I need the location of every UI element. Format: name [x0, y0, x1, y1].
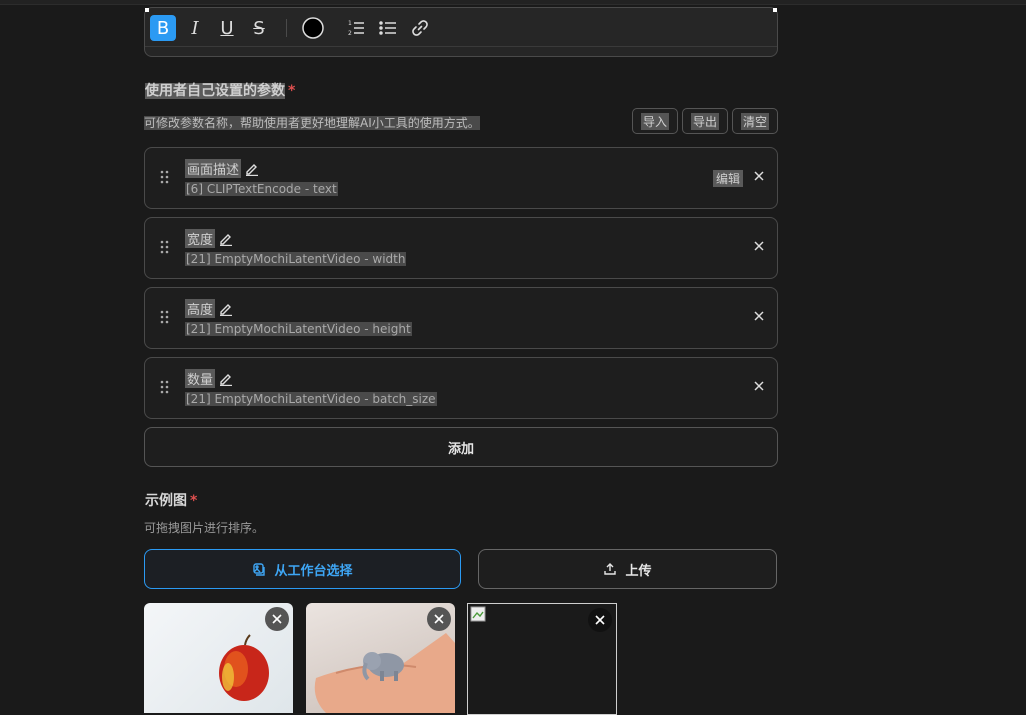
param-source: [21] EmptyMochiLatentVideo - batch_size	[185, 392, 437, 406]
params-title: 使用者自己设置的参数	[145, 83, 285, 99]
remove-image-button[interactable]	[265, 607, 289, 631]
export-button[interactable]: 导出	[682, 108, 728, 134]
param-name: 高度	[185, 299, 216, 318]
bold-button[interactable]: B	[150, 15, 176, 41]
param-name-row: 高度	[185, 299, 233, 318]
import-button[interactable]: 导入	[632, 108, 678, 134]
param-name-row: 宽度	[185, 229, 233, 248]
broken-image-icon	[470, 606, 486, 622]
param-name: 宽度	[185, 229, 216, 248]
bold-label: B	[156, 17, 170, 39]
toolbar-corner	[773, 8, 777, 12]
close-icon[interactable]	[753, 380, 765, 392]
toolbar-separator	[286, 19, 287, 37]
example-image-apple[interactable]	[144, 603, 293, 713]
close-icon[interactable]	[753, 240, 765, 252]
param-source: [21] EmptyMochiLatentVideo - width	[185, 252, 407, 266]
param-name: 数量	[185, 369, 216, 388]
clear-label: 清空	[740, 112, 769, 130]
workspace-label: 从工作台选择	[274, 563, 353, 579]
drag-handle-icon[interactable]	[160, 310, 170, 324]
italic-label: I	[191, 17, 199, 39]
param-source: [6] CLIPTextEncode - text	[185, 182, 338, 196]
params-title-row: 使用者自己设置的参数 *	[145, 80, 295, 100]
param-name: 画面描述	[185, 159, 242, 178]
close-icon[interactable]	[753, 310, 765, 322]
clear-button[interactable]: 清空	[732, 108, 778, 134]
strike-label: S	[253, 17, 265, 39]
pencil-icon[interactable]	[219, 372, 233, 386]
example-image-elephant[interactable]	[306, 603, 455, 713]
upload-button[interactable]: 上传	[478, 549, 777, 589]
remove-image-button[interactable]	[588, 608, 612, 632]
bullet-list-icon	[379, 21, 396, 35]
param-item[interactable]: 数量 [21] EmptyMochiLatentVideo - batch_si…	[144, 357, 778, 419]
text-color-button[interactable]	[300, 15, 326, 41]
close-icon	[434, 614, 444, 624]
svg-text:1: 1	[348, 20, 352, 27]
drag-handle-icon[interactable]	[160, 380, 170, 394]
required-mark: *	[190, 493, 198, 509]
rich-text-toolbar: B I U S 12	[144, 7, 778, 57]
param-source: [21] EmptyMochiLatentVideo - height	[185, 322, 412, 336]
param-name-row: 画面描述	[185, 159, 259, 178]
top-border	[0, 0, 1026, 5]
close-icon	[272, 614, 282, 624]
link-button[interactable]	[407, 15, 433, 41]
upload-label: 上传	[625, 563, 652, 579]
param-item[interactable]: 高度 [21] EmptyMochiLatentVideo - height	[144, 287, 778, 349]
workspace-icon	[253, 563, 266, 576]
pencil-icon[interactable]	[245, 162, 259, 176]
add-param-button[interactable]: 添加	[144, 427, 778, 467]
param-name-row: 数量	[185, 369, 233, 388]
bullet-list-button[interactable]	[375, 15, 401, 41]
pencil-icon[interactable]	[219, 232, 233, 246]
example-image-broken[interactable]	[467, 603, 617, 715]
drag-handle-icon[interactable]	[160, 170, 170, 184]
params-hint-text: 可修改参数名称，帮助使用者更好地理解AI小工具的使用方式。	[144, 116, 480, 130]
required-mark: *	[288, 83, 296, 99]
svg-text:2: 2	[348, 30, 352, 37]
param-item[interactable]: 画面描述 [6] CLIPTextEncode - text 编辑	[144, 147, 778, 209]
ordered-list-button[interactable]: 12	[343, 15, 369, 41]
underline-label: U	[220, 17, 234, 39]
examples-title-row: 示例图 *	[145, 490, 197, 510]
add-label: 添加	[447, 441, 474, 457]
upload-icon	[604, 563, 617, 575]
underline-button[interactable]: U	[214, 15, 240, 41]
close-icon[interactable]	[753, 170, 765, 182]
link-icon	[412, 20, 428, 36]
toolbar-divider	[145, 46, 777, 47]
color-swatch-icon	[302, 17, 324, 39]
import-label: 导入	[640, 112, 669, 130]
export-label: 导出	[690, 112, 719, 130]
pencil-icon[interactable]	[219, 302, 233, 316]
strikethrough-button[interactable]: S	[246, 15, 272, 41]
drag-handle-icon[interactable]	[160, 240, 170, 254]
remove-image-button[interactable]	[427, 607, 451, 631]
examples-title: 示例图	[145, 493, 187, 509]
select-from-workspace-button[interactable]: 从工作台选择	[144, 549, 461, 589]
italic-button[interactable]: I	[182, 15, 208, 41]
params-hint: 可修改参数名称，帮助使用者更好地理解AI小工具的使用方式。	[144, 114, 480, 131]
toolbar-corner	[145, 8, 149, 12]
examples-hint: 可拖拽图片进行排序。	[144, 521, 265, 535]
edit-button[interactable]: 编辑	[712, 170, 743, 187]
ordered-list-icon: 12	[348, 20, 364, 37]
close-icon	[595, 615, 605, 625]
param-item[interactable]: 宽度 [21] EmptyMochiLatentVideo - width	[144, 217, 778, 279]
